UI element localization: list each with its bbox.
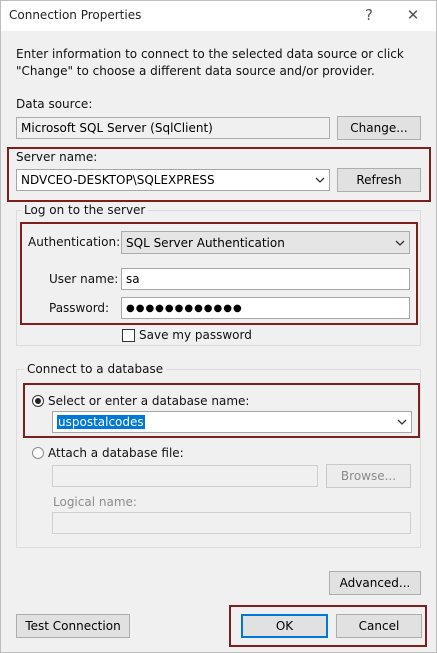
database-group-label: Connect to a database xyxy=(24,362,167,376)
advanced-button[interactable]: Advanced... xyxy=(329,571,421,595)
database-name-combobox[interactable]: uspostalcodes xyxy=(52,411,412,433)
chevron-down-icon[interactable] xyxy=(393,419,411,425)
logon-group-label: Log on to the server xyxy=(21,203,149,217)
password-field[interactable]: ●●●●●●●●●●●● xyxy=(121,297,410,319)
save-password-label[interactable]: Save my password xyxy=(139,328,252,342)
data-source-label: Data source: xyxy=(16,97,93,111)
password-label: Password: xyxy=(49,301,110,315)
chevron-down-icon[interactable] xyxy=(311,177,329,183)
ok-button[interactable]: OK xyxy=(241,614,328,638)
authentication-label: Authentication: xyxy=(28,235,121,249)
window-title: Connection Properties xyxy=(9,8,142,22)
authentication-value: SQL Server Authentication xyxy=(126,235,285,250)
authentication-combobox[interactable]: SQL Server Authentication xyxy=(121,231,410,254)
server-name-combobox[interactable]: NDVCEO-DESKTOP\SQLEXPRESS xyxy=(16,169,330,191)
attach-database-radio[interactable] xyxy=(32,447,44,459)
save-password-checkbox[interactable] xyxy=(122,329,135,342)
username-field[interactable]: sa xyxy=(121,268,410,290)
help-button[interactable]: ? xyxy=(354,3,384,27)
attach-file-field[interactable] xyxy=(52,465,318,487)
refresh-button[interactable]: Refresh xyxy=(337,168,421,192)
browse-button[interactable]: Browse... xyxy=(326,464,411,488)
logical-name-field[interactable] xyxy=(52,512,411,534)
select-database-label[interactable]: Select or enter a database name: xyxy=(48,394,249,408)
select-database-radio[interactable] xyxy=(32,395,44,407)
database-name-value: uspostalcodes xyxy=(53,415,393,429)
data-source-field: Microsoft SQL Server (SqlClient) xyxy=(16,117,330,139)
server-name-label: Server name: xyxy=(16,150,98,164)
test-connection-button[interactable]: Test Connection xyxy=(16,614,130,638)
database-name-selected-text: uspostalcodes xyxy=(57,415,145,429)
username-label: User name: xyxy=(49,272,119,286)
server-name-value: NDVCEO-DESKTOP\SQLEXPRESS xyxy=(21,173,215,187)
change-button[interactable]: Change... xyxy=(337,116,421,140)
close-button[interactable]: ✕ xyxy=(398,3,428,27)
description-text: Enter information to connect to the sele… xyxy=(16,47,404,78)
logical-name-label: Logical name: xyxy=(53,495,137,509)
chevron-down-icon[interactable] xyxy=(391,240,409,246)
cancel-button[interactable]: Cancel xyxy=(336,614,422,638)
attach-database-label[interactable]: Attach a database file: xyxy=(48,446,184,460)
radio-dot-icon xyxy=(35,398,41,404)
